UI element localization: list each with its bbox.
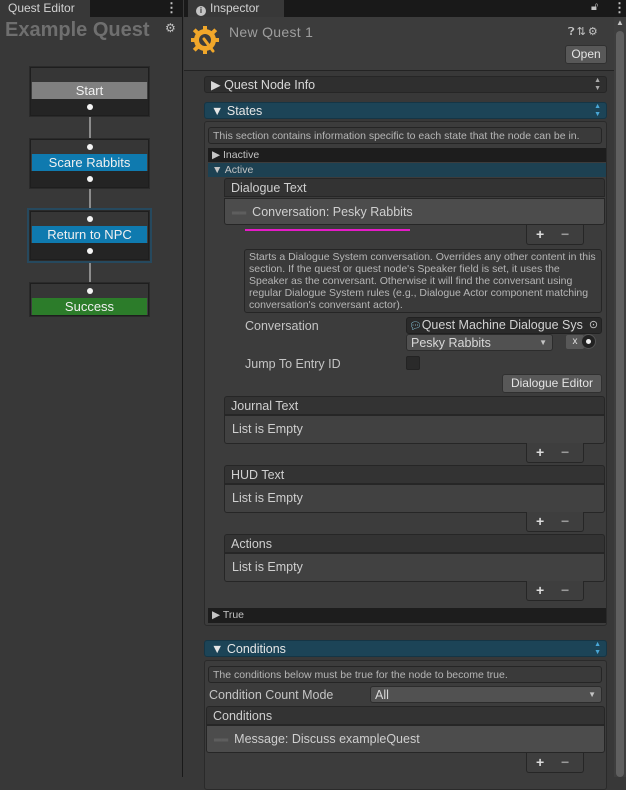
object-picker-icon[interactable]: ⊙ [586,318,601,333]
triangle-right-icon: ▶ [211,78,221,92]
triangle-down-icon: ▼ [211,104,224,118]
journal-text-header: Journal Text [224,396,605,415]
gear-icon[interactable]: ⚙ [588,26,600,38]
gear-icon[interactable]: ⚙ [165,21,176,35]
output-connector[interactable] [87,248,93,254]
journal-text-empty: List is Empty [224,415,605,444]
triangle-down-icon: ▼ [211,642,224,656]
triangle-right-icon: ▶ [212,149,221,161]
conversation-icon: 💬︎ [409,321,422,332]
node-connector [89,184,91,212]
node-label: Scare Rabbits [32,154,147,171]
quest-node-return-to-npc[interactable]: Return to NPC [27,208,152,263]
add-icon[interactable]: + [536,753,544,771]
triangle-right-icon: ▶ [212,609,221,621]
lock-icon[interactable]: 🔓︎ [591,1,598,14]
jump-to-entry-label: Jump To Entry ID [245,357,341,371]
selection-underline [245,229,410,231]
states-help: This section contains information specif… [208,127,602,144]
conversation-label: Conversation [245,319,319,333]
triangle-down-icon: ▼ [212,164,223,176]
true-foldout[interactable]: ▶ True [208,608,606,623]
drag-handle-icon[interactable]: ══ [232,208,246,219]
tab-quest-editor[interactable]: Quest Editor [0,0,90,17]
conditions-list-header: Conditions [206,706,605,725]
open-button[interactable]: Open [565,45,607,64]
quest-machine-logo-icon [191,26,219,54]
condition-count-mode-dropdown[interactable]: All ▼ [370,686,602,703]
hud-text-header: HUD Text [224,465,605,484]
conversation-dropdown[interactable]: Pesky Rabbits ▼ [406,334,553,351]
presets-icon[interactable]: ⇅ [577,26,588,38]
states-foldout[interactable]: ▼ States ▲ ▼ [204,102,607,119]
remove-icon[interactable]: − [561,225,569,243]
quest-node-scare-rabbits[interactable]: Scare Rabbits [30,139,149,188]
output-connector[interactable] [87,104,93,110]
node-label: Return to NPC [32,226,147,243]
list-add-remove: + − [526,581,584,601]
add-icon[interactable]: + [536,225,544,243]
hud-text-empty: List is Empty [224,484,605,513]
inspector-header: New Quest 1 ❓︎⇅⚙ Open [184,17,614,71]
dropdown-caret-icon: ▼ [539,338,547,347]
list-item[interactable]: ══ Message: Discuss exampleQuest [206,725,605,753]
remove-icon[interactable]: − [561,512,569,530]
select-conversation-radio[interactable] [581,334,596,349]
conversation-database-field[interactable]: 💬︎Quest Machine Dialogue Sys ⊙ [406,317,602,334]
node-label: Success [32,298,147,315]
quest-editor-panel: Quest Editor ⋮ Example Quest ⚙ Start Sca… [0,0,183,777]
node-connector [89,112,91,142]
dialogue-help: Starts a Dialogue System conversation. O… [244,249,602,313]
up-down-icon: ▲ ▼ [594,103,601,118]
object-name: New Quest 1 [229,24,314,40]
scroll-up-icon[interactable]: ▲ [614,17,626,29]
actions-header: Actions [224,534,605,553]
remove-icon[interactable]: − [561,443,569,461]
quest-node-start[interactable]: Start [30,67,149,116]
jump-to-entry-checkbox[interactable] [406,356,420,370]
inspector-panel: i Inspector 🔓︎ ⋮ New Quest 1 ❓︎⇅⚙ Open ▲ … [184,0,626,790]
up-down-icon: ▲ ▼ [594,77,601,92]
actions-empty: List is Empty [224,553,605,582]
list-add-remove: + − [526,225,584,245]
up-down-icon: ▲ ▼ [594,641,601,656]
inspector-tabbar: i Inspector 🔓︎ ⋮ [184,0,626,17]
help-icon[interactable]: ❓︎ [568,26,577,38]
drag-handle-icon[interactable]: ══ [214,735,228,746]
node-label: Start [32,82,147,99]
add-icon[interactable]: + [536,443,544,461]
quest-editor-tabbar: Quest Editor ⋮ [0,0,182,17]
tab-inspector[interactable]: i Inspector [188,0,284,17]
scrollbar-thumb[interactable] [616,31,624,777]
quest-node-info-foldout[interactable]: ▶ Quest Node Info ▲ ▼ [204,76,607,93]
info-icon: i [196,6,206,16]
quest-title: Example Quest [5,19,150,41]
active-foldout[interactable]: ▼ Active [208,163,606,177]
add-icon[interactable]: + [536,512,544,530]
list-item[interactable]: ══ Conversation: Pesky Rabbits [224,198,605,225]
quest-node-success[interactable]: Success [30,283,149,316]
list-add-remove: + − [526,443,584,463]
input-connector[interactable] [87,288,93,294]
remove-icon[interactable]: − [561,581,569,599]
list-add-remove: + − [526,753,584,773]
more-options-icon[interactable]: ⋮ [165,1,178,15]
output-connector[interactable] [87,176,93,182]
conditions-foldout[interactable]: ▼ Conditions ▲ ▼ [204,640,607,657]
more-options-icon[interactable]: ⋮ [613,1,626,15]
vertical-scrollbar[interactable]: ▲ [614,17,626,777]
condition-count-mode-label: Condition Count Mode [209,688,334,702]
conditions-help: The conditions below must be true for th… [208,666,602,683]
add-icon[interactable]: + [536,581,544,599]
list-add-remove: + − [526,512,584,532]
dialogue-text-header: Dialogue Text [224,178,605,197]
remove-icon[interactable]: − [561,753,569,771]
input-connector[interactable] [87,144,93,150]
node-connector [89,256,91,286]
dialogue-editor-button[interactable]: Dialogue Editor [502,374,602,393]
dropdown-caret-icon: ▼ [588,690,596,699]
input-connector[interactable] [87,216,93,222]
inactive-foldout[interactable]: ▶ Inactive [208,148,606,162]
